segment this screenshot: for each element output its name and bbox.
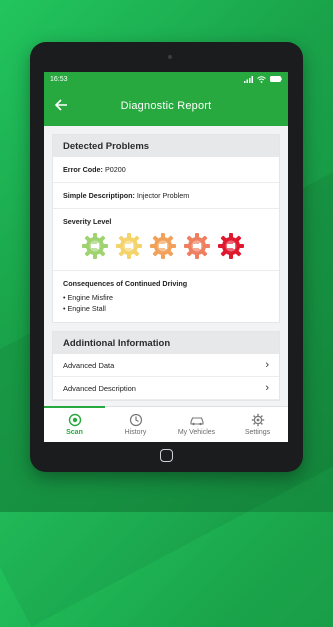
camera-dot <box>168 55 172 59</box>
status-time: 16:53 <box>50 75 68 83</box>
nav-scan[interactable]: Scan <box>44 406 105 442</box>
chevron-right-icon: › <box>265 359 269 371</box>
gear-icon <box>251 413 264 427</box>
consequences-label: Consequences of Continued Driving <box>63 279 188 288</box>
consequence-item: • Engine Stall <box>63 304 106 313</box>
severity-gear-icon <box>82 233 108 259</box>
home-button[interactable] <box>160 449 173 462</box>
app-screen: 16:53 Diagnostic Report Detected Problem… <box>44 72 288 442</box>
bottom-navigation: Scan History My Vehicles Settings <box>44 406 288 442</box>
consequence-item: • Engine Misfire <box>63 293 114 302</box>
nav-settings[interactable]: Settings <box>227 407 288 442</box>
detected-problems-header: Detected Problems <box>53 135 279 157</box>
nav-settings-label: Settings <box>244 429 271 436</box>
signal-icon <box>244 75 253 83</box>
advanced-data-row[interactable]: Advanced Data › <box>53 354 279 377</box>
scroll-content[interactable]: Detected Problems Error Code: P0200 Simp… <box>44 126 288 407</box>
nav-active-indicator <box>44 406 105 408</box>
wifi-icon <box>257 75 266 83</box>
advanced-data-label: Advanced Data <box>63 360 115 370</box>
consequences-row: Consequences of Continued Driving • Engi… <box>53 271 279 322</box>
back-arrow-icon[interactable] <box>54 98 70 114</box>
status-bar: 16:53 <box>44 72 288 86</box>
severity-label: Severity Level <box>63 217 112 226</box>
chevron-right-icon: › <box>265 382 269 394</box>
severity-gear-icon <box>218 233 244 259</box>
nav-history[interactable]: History <box>105 407 166 442</box>
battery-icon <box>270 76 282 82</box>
advanced-description-row[interactable]: Advanced Description › <box>53 377 279 400</box>
description-row: Simple Descriptipon: Injector Problem <box>53 183 279 209</box>
error-code-value: P0200 <box>104 165 126 174</box>
severity-gear-icon <box>116 233 142 259</box>
nav-history-label: History <box>124 429 147 436</box>
severity-gears <box>63 232 269 260</box>
severity-gear-icon <box>184 233 210 259</box>
advanced-description-label: Advanced Description <box>63 383 136 393</box>
page-title: Diagnostic Report <box>120 100 212 112</box>
error-code-label: Error Code: <box>63 165 103 174</box>
history-icon <box>129 413 142 427</box>
nav-my-vehicles[interactable]: My Vehicles <box>166 407 227 442</box>
error-code-row: Error Code: P0200 <box>53 157 279 183</box>
description-label: Simple Descriptipon: <box>63 191 135 200</box>
description-value: Injector Problem <box>136 191 190 200</box>
severity-gear-icon <box>150 233 176 259</box>
car-icon <box>189 417 204 426</box>
nav-scan-label: Scan <box>66 429 83 436</box>
scan-icon <box>68 413 81 427</box>
additional-info-card: Addintional Information Advanced Data › … <box>52 331 280 401</box>
severity-row: Severity Level <box>53 209 279 271</box>
app-bar: Diagnostic Report <box>44 86 288 126</box>
detected-problems-card: Detected Problems Error Code: P0200 Simp… <box>52 134 280 323</box>
nav-my-vehicles-label: My Vehicles <box>177 429 216 436</box>
additional-info-header: Addintional Information <box>53 332 279 354</box>
